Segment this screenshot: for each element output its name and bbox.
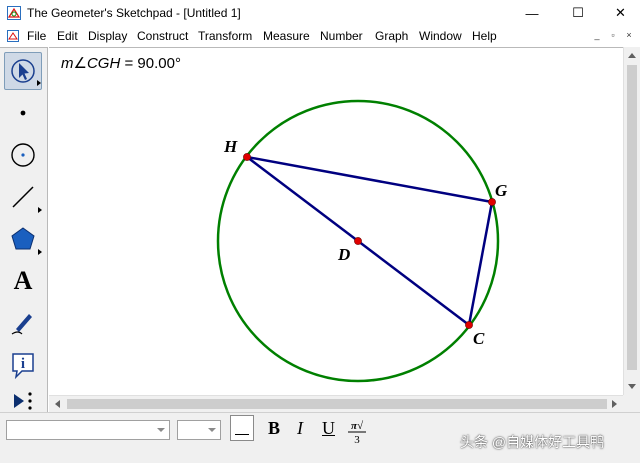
information-tool[interactable]: i [4,346,42,384]
custom-tool[interactable] [4,384,42,412]
label-h[interactable]: H [223,137,238,156]
arrow-tool[interactable] [4,52,42,90]
title-bar: The Geometer's Sketchpad - [Untitled 1] … [0,0,640,26]
close-button[interactable]: ✕ [601,0,640,26]
tool-submenu-arrow-icon [38,249,42,255]
text-tool[interactable]: A [4,262,42,300]
menu-transform[interactable]: Transform [198,29,252,43]
font-size-select[interactable] [177,420,221,440]
marker-tool[interactable] [4,304,42,342]
menu-construct[interactable]: Construct [137,29,188,43]
menu-display[interactable]: Display [88,29,127,43]
scroll-left-icon[interactable] [55,400,60,408]
compass-tool[interactable] [4,136,42,174]
menu-edit[interactable]: Edit [57,29,78,43]
information-tool-icon: i [12,353,34,380]
document-restore-button[interactable]: ▫ [608,30,618,41]
label-c[interactable]: C [473,329,485,348]
custom-tool-icon [14,392,32,410]
menu-file[interactable]: File [27,29,46,43]
underline-button[interactable]: U [322,418,335,439]
menu-measure[interactable]: Measure [263,29,310,43]
scroll-down-icon[interactable] [628,384,636,389]
watermark-text: 头条 @自媒体好工具鸭 [460,434,605,450]
point-c[interactable] [465,321,473,329]
maximize-button[interactable]: ☐ [555,0,601,26]
label-d[interactable]: D [337,245,350,264]
horizontal-scroll-thumb[interactable] [67,399,607,409]
text-color-button[interactable] [230,415,254,441]
menu-graph[interactable]: Graph [375,29,408,43]
math-format-button[interactable]: π√ 3 [346,417,368,445]
polygon-tool-icon [11,227,35,250]
point-tool[interactable] [4,94,42,132]
menu-window[interactable]: Window [419,29,462,43]
chevron-down-icon [157,428,165,432]
point-d[interactable] [354,237,362,245]
font-family-select[interactable] [6,420,170,440]
label-g[interactable]: G [495,181,508,200]
scrollbar-corner [623,395,640,412]
document-minimize-button[interactable]: _ [592,30,602,41]
sketchpad-app-icon[interactable] [7,6,21,20]
segment-hg[interactable] [246,155,493,204]
bold-button[interactable]: B [268,418,280,439]
math-format-top: π√ [351,420,364,432]
italic-button[interactable]: I [297,418,303,439]
scroll-right-icon[interactable] [612,400,617,408]
arrow-tool-icon [11,59,35,83]
text-tool-icon: A [13,266,33,295]
minimize-button[interactable]: — [509,0,555,26]
vertical-scrollbar[interactable] [623,47,640,395]
menu-number[interactable]: Number [320,29,363,43]
point-tool-icon [20,110,26,116]
vertical-scroll-thumb[interactable] [627,65,637,370]
straightedge-tool[interactable] [4,178,42,216]
menu-help[interactable]: Help [472,29,497,43]
math-format-bottom: 3 [354,434,360,445]
window-title: The Geometer's Sketchpad - [Untitled 1] [27,6,241,20]
straightedge-tool-icon [12,186,34,208]
document-close-button[interactable]: × [624,30,634,41]
marker-tool-icon [11,314,32,335]
text-color-swatch [235,434,249,435]
geometry-drawing: H G D C [216,99,508,383]
sketch-canvas[interactable]: m∠CGH = 90.00° H G D C [49,47,623,395]
horizontal-scrollbar[interactable] [49,395,623,412]
tool-submenu-arrow-icon [38,207,42,213]
document-icon[interactable] [7,30,19,42]
point-h[interactable] [243,153,251,161]
svg-text:i: i [21,356,25,372]
toolbox: A i [0,47,48,412]
polygon-tool[interactable] [4,220,42,258]
tool-submenu-arrow-icon [37,80,41,86]
compass-tool-icon [11,143,35,167]
chevron-down-icon [208,428,216,432]
scroll-up-icon[interactable] [628,53,636,58]
menu-bar: File Edit Display Construct Transform Me… [0,26,640,46]
